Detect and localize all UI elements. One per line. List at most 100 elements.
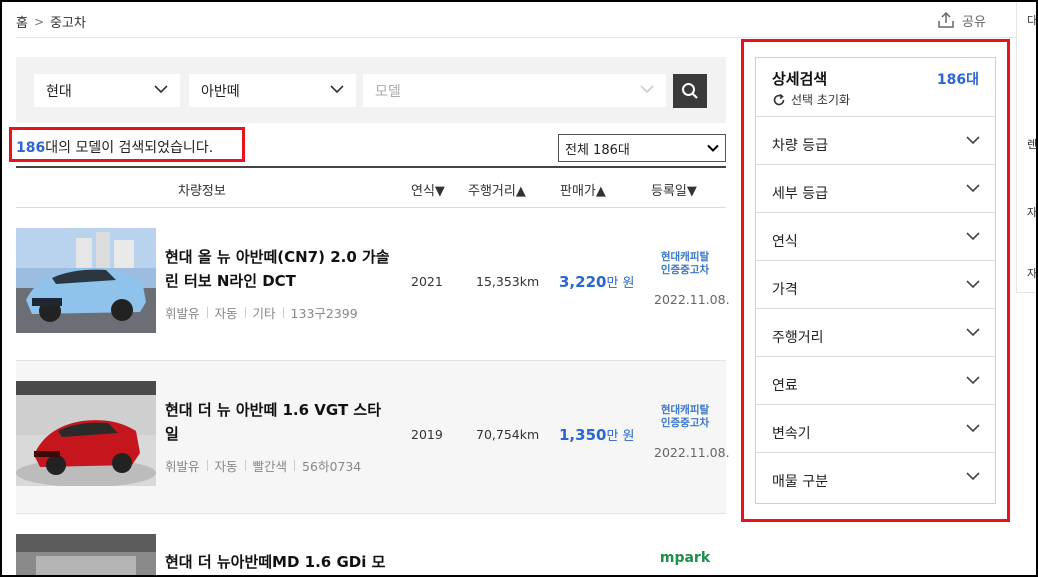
detail-model-placeholder: 모델 [375, 83, 401, 100]
filter-header: 상세검색 186대 선택 초기화 [756, 58, 995, 117]
listing-mileage: 15,353km [476, 274, 540, 289]
chevron-down-icon [640, 85, 654, 94]
chevron-down-icon [154, 85, 168, 94]
header-divider [16, 37, 1016, 38]
reset-button[interactable]: 선택 초기화 [772, 91, 850, 108]
listing-title[interactable]: 현대 더 뉴아반떼MD 1.6 GDi 모 [165, 550, 390, 574]
detail-model-select[interactable]: 모델 [363, 74, 666, 107]
dealer-line1: 현대캐피탈 [660, 404, 710, 416]
result-count-suffix: 대의 모델이 검색되었습니다. [45, 140, 214, 156]
dealer-line2: 인증중고차 [660, 417, 710, 429]
maker-select-value: 현대 [46, 83, 72, 100]
table-row[interactable]: 현대 더 뉴 아반떼 1.6 VGT 스타일 휘발유 자동 빨간색 56하073… [16, 361, 730, 514]
filter-item-label: 주행거리 [772, 330, 824, 346]
search-icon [682, 83, 698, 99]
total-filter-select[interactable]: 전체 186대 [558, 134, 726, 162]
table-header: 차량정보 연식▼ 주행거리▲ 판매가▲ 등록일▼ [16, 166, 726, 208]
listing-price-unit: 만 원 [606, 429, 635, 444]
filter-title: 상세검색 [772, 70, 828, 88]
listing-title[interactable]: 현대 더 뉴 아반떼 1.6 VGT 스타일 [165, 398, 390, 446]
listing-price: 3,220만 원 [559, 272, 635, 291]
filter-item-label: 매물 구분 [772, 474, 828, 490]
table-row[interactable]: 현대 더 뉴아반떼MD 1.6 GDi 모 mpark [16, 514, 726, 577]
side-panel-cut: 다 렌 자 자 [1016, 0, 1038, 293]
listing-title[interactable]: 현대 올 뉴 아반떼(CN7) 2.0 가솔린 터보 N라인 DCT [165, 245, 390, 293]
result-count: 186대의 모델이 검색되었습니다. [16, 137, 213, 157]
car-thumbnail[interactable] [16, 381, 156, 486]
chevron-down-icon [966, 136, 980, 145]
filter-count: 186대 [936, 72, 979, 88]
listing-date: 2022.11.08. [654, 445, 730, 460]
filter-item-fuel[interactable]: 연료 [756, 357, 995, 405]
filter-item-label: 세부 등급 [772, 186, 828, 202]
maker-select[interactable]: 현대 [34, 74, 180, 107]
share-icon [938, 11, 954, 28]
model-select[interactable]: 아반떼 [189, 74, 356, 107]
listing-mileage: 70,754km [476, 427, 540, 442]
search-button[interactable] [673, 74, 707, 108]
listing-year: 2019 [411, 427, 443, 442]
chevron-down-icon [966, 376, 980, 385]
car-thumbnail[interactable] [16, 228, 156, 333]
table-row[interactable]: 현대 올 뉴 아반떼(CN7) 2.0 가솔린 터보 N라인 DCT 휘발유 자… [16, 208, 730, 361]
listing-meta: 휘발유 자동 빨간색 56하0734 [165, 456, 361, 475]
car-thumbnail[interactable] [16, 534, 156, 577]
chevron-down-icon [966, 328, 980, 337]
listing-transmission: 자동 [214, 459, 238, 474]
listing-plate: 56하0734 [302, 459, 362, 474]
filter-item-transmission[interactable]: 변속기 [756, 405, 995, 453]
breadcrumb: 홈 > 중고차 [16, 12, 86, 32]
listing-fuel: 휘발유 [165, 306, 200, 321]
breadcrumb-current[interactable]: 중고차 [50, 12, 86, 31]
refresh-icon [773, 93, 785, 105]
breadcrumb-separator: > [33, 14, 45, 29]
filter-item-mileage[interactable]: 주행거리 [756, 309, 995, 357]
dealer-badge: 현대캐피탈 인증중고차 [644, 404, 726, 430]
listing-price-value: 3,220 [559, 273, 607, 291]
result-count-number: 186 [16, 140, 46, 156]
sort-year[interactable]: 연식▼ [411, 180, 445, 199]
filter-item-label: 가격 [772, 282, 798, 298]
filter-item-year[interactable]: 연식 [756, 213, 995, 261]
dealer-line1: 현대캐피탈 [660, 251, 710, 263]
chevron-down-icon [330, 85, 344, 94]
sort-date[interactable]: 등록일▼ [651, 180, 697, 199]
mpark-logo: mpark [659, 550, 711, 566]
listing-color: 기타 [252, 306, 276, 321]
filter-item-label: 변속기 [772, 426, 811, 442]
dealer-line2: 인증중고차 [660, 264, 710, 276]
sort-price[interactable]: 판매가▲ [560, 180, 606, 199]
filter-item-price[interactable]: 가격 [756, 261, 995, 309]
model-select-value: 아반떼 [201, 83, 240, 100]
reset-label: 선택 초기화 [791, 93, 851, 107]
listing-plate: 133구2399 [290, 306, 358, 321]
chevron-down-icon [966, 184, 980, 193]
filter-item-sub-grade[interactable]: 세부 등급 [756, 165, 995, 213]
dealer-badge: 현대캐피탈 인증중고차 [644, 251, 726, 277]
side-cut-char: 다 [1027, 14, 1038, 27]
filter-item-listing-type[interactable]: 매물 구분 [756, 453, 995, 501]
chevron-down-icon [966, 280, 980, 289]
total-filter-value: 전체 186대 [565, 142, 630, 158]
listing-meta: 휘발유 자동 기타 133구2399 [165, 303, 358, 322]
listing-price: 1,350만 원 [559, 425, 635, 444]
filter-item-label: 차량 등급 [772, 138, 828, 154]
listing-color: 빨간색 [252, 459, 288, 474]
side-cut-char: 자 [1027, 267, 1038, 280]
listing-fuel: 휘발유 [165, 459, 200, 474]
listing-price-unit: 만 원 [606, 276, 635, 291]
share-button[interactable]: 공유 [936, 10, 986, 30]
breadcrumb-home[interactable]: 홈 [16, 12, 28, 31]
share-label: 공유 [962, 14, 986, 30]
listing-year: 2021 [411, 274, 443, 289]
listing-transmission: 자동 [214, 306, 238, 321]
chevron-down-icon [966, 424, 980, 433]
filter-item-grade[interactable]: 차량 등급 [756, 117, 995, 165]
sort-mileage[interactable]: 주행거리▲ [468, 180, 526, 199]
listing-date: 2022.11.08. [654, 292, 730, 307]
chevron-down-icon [707, 144, 719, 152]
column-info: 차량정보 [178, 184, 226, 199]
side-cut-char: 렌 [1027, 138, 1038, 151]
filter-item-label: 연료 [772, 378, 798, 394]
listing-price-value: 1,350 [559, 426, 607, 444]
